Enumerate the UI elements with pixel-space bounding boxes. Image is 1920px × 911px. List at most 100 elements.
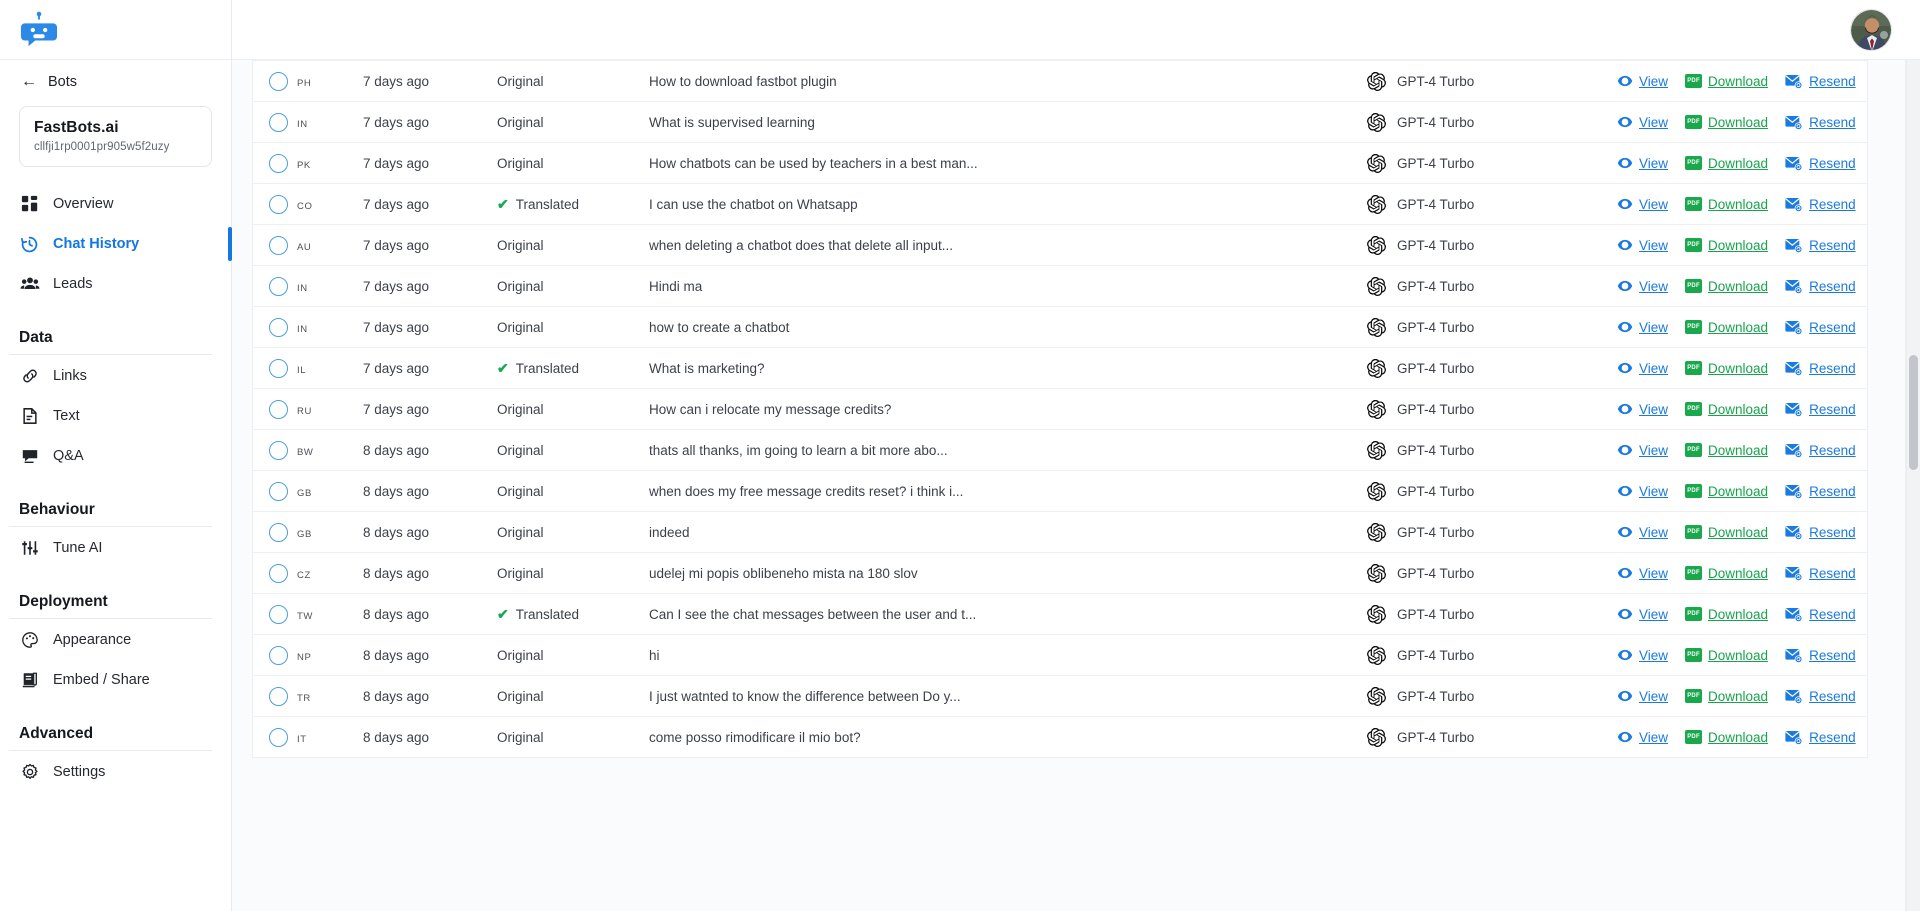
view-action[interactable]: View [1617, 278, 1668, 294]
row-checkbox[interactable] [269, 399, 288, 419]
resend-action[interactable]: Resend [1785, 443, 1856, 458]
resend-action[interactable]: Resend [1785, 279, 1856, 294]
row-checkbox[interactable] [269, 235, 288, 255]
row-checkbox[interactable] [269, 686, 288, 706]
row-checkbox[interactable] [269, 481, 288, 501]
view-link[interactable]: View [1639, 156, 1668, 171]
resend-link[interactable]: Resend [1809, 115, 1856, 130]
download-action[interactable]: PDF Download [1685, 484, 1768, 499]
row-checkbox[interactable] [269, 563, 288, 583]
resend-action[interactable]: Resend [1785, 115, 1856, 130]
table-row[interactable]: NP 8 days ago Original hi GPT-4 Turbo View PDF… [253, 635, 1867, 676]
table-row[interactable]: PK 7 days ago Original How chatbots can be … [253, 143, 1867, 184]
row-checkbox[interactable] [269, 194, 288, 214]
bot-card[interactable]: FastBots.ai cllfji1rp0001pr905w5f2uzy [19, 106, 212, 167]
download-link[interactable]: Download [1708, 607, 1768, 622]
view-link[interactable]: View [1639, 279, 1668, 294]
resend-action[interactable]: Resend [1785, 156, 1856, 171]
view-action[interactable]: View [1617, 606, 1668, 622]
download-action[interactable]: PDF Download [1685, 443, 1768, 458]
view-link[interactable]: View [1639, 361, 1668, 376]
resend-link[interactable]: Resend [1809, 361, 1856, 376]
view-action[interactable]: View [1617, 524, 1668, 540]
view-action[interactable]: View [1617, 237, 1668, 253]
table-row[interactable]: TW 8 days ago ✔ Translated Can I see the cha… [253, 594, 1867, 635]
resend-link[interactable]: Resend [1809, 238, 1856, 253]
row-checkbox[interactable] [269, 522, 288, 542]
table-row[interactable]: GB 8 days ago Original when does my free me… [253, 471, 1867, 512]
table-row[interactable]: CZ 8 days ago Original udelej mi popis obli… [253, 553, 1867, 594]
download-action[interactable]: PDF Download [1685, 197, 1768, 212]
view-action[interactable]: View [1617, 155, 1668, 171]
back-to-bots-link[interactable]: ← Bots [0, 60, 231, 100]
resend-action[interactable]: Resend [1785, 648, 1856, 663]
download-action[interactable]: PDF Download [1685, 689, 1768, 704]
download-link[interactable]: Download [1708, 361, 1768, 376]
resend-link[interactable]: Resend [1809, 484, 1856, 499]
resend-action[interactable]: Resend [1785, 402, 1856, 417]
row-checkbox[interactable] [269, 153, 288, 173]
view-link[interactable]: View [1639, 320, 1668, 335]
row-checkbox[interactable] [269, 727, 288, 747]
table-row[interactable]: IN 7 days ago Original Hindi ma GPT-4 Turbo V… [253, 266, 1867, 307]
resend-link[interactable]: Resend [1809, 402, 1856, 417]
download-action[interactable]: PDF Download [1685, 279, 1768, 294]
resend-link[interactable]: Resend [1809, 279, 1856, 294]
view-link[interactable]: View [1639, 566, 1668, 581]
sidebar-item-text[interactable]: Text [0, 397, 231, 435]
download-link[interactable]: Download [1708, 279, 1768, 294]
view-link[interactable]: View [1639, 115, 1668, 130]
view-action[interactable]: View [1617, 729, 1668, 745]
table-row[interactable]: BW 8 days ago Original thats all thanks, im… [253, 430, 1867, 471]
view-action[interactable]: View [1617, 688, 1668, 704]
view-link[interactable]: View [1639, 689, 1668, 704]
table-row[interactable]: RU 7 days ago Original How can i relocate m… [253, 389, 1867, 430]
download-action[interactable]: PDF Download [1685, 525, 1768, 540]
view-link[interactable]: View [1639, 402, 1668, 417]
sidebar-item-embed-share[interactable]: Embed / Share [0, 661, 231, 699]
view-action[interactable]: View [1617, 442, 1668, 458]
resend-link[interactable]: Resend [1809, 74, 1856, 89]
table-row[interactable]: TR 8 days ago Original I just watnted to kn… [253, 676, 1867, 717]
table-row[interactable]: CO 7 days ago ✔ Translated I can use the cha… [253, 184, 1867, 225]
view-action[interactable]: View [1617, 483, 1668, 499]
table-row[interactable]: IT 8 days ago Original come posso rimodific… [253, 717, 1867, 758]
view-action[interactable]: View [1617, 319, 1668, 335]
download-link[interactable]: Download [1708, 74, 1768, 89]
view-link[interactable]: View [1639, 730, 1668, 745]
resend-action[interactable]: Resend [1785, 689, 1856, 704]
row-checkbox[interactable] [269, 276, 288, 296]
download-link[interactable]: Download [1708, 484, 1768, 499]
view-link[interactable]: View [1639, 525, 1668, 540]
download-action[interactable]: PDF Download [1685, 402, 1768, 417]
download-link[interactable]: Download [1708, 648, 1768, 663]
table-row[interactable]: IL 7 days ago ✔ Translated What is marketing… [253, 348, 1867, 389]
download-link[interactable]: Download [1708, 402, 1768, 417]
sidebar-item-links[interactable]: Links [0, 357, 231, 395]
resend-link[interactable]: Resend [1809, 320, 1856, 335]
download-action[interactable]: PDF Download [1685, 115, 1768, 130]
sidebar-item-qa[interactable]: Q&A [0, 437, 231, 475]
download-link[interactable]: Download [1708, 320, 1768, 335]
download-action[interactable]: PDF Download [1685, 607, 1768, 622]
download-link[interactable]: Download [1708, 730, 1768, 745]
download-link[interactable]: Download [1708, 443, 1768, 458]
sidebar-item-overview[interactable]: Overview [0, 185, 231, 223]
view-link[interactable]: View [1639, 484, 1668, 499]
view-action[interactable]: View [1617, 647, 1668, 663]
sidebar-item-settings[interactable]: Settings [0, 753, 231, 791]
vertical-scrollbar-track[interactable] [1906, 60, 1920, 911]
resend-link[interactable]: Resend [1809, 607, 1856, 622]
view-link[interactable]: View [1639, 238, 1668, 253]
table-row[interactable]: PH 7 days ago Original How to download fast… [253, 60, 1867, 102]
vertical-scrollbar-thumb[interactable] [1909, 355, 1918, 470]
resend-link[interactable]: Resend [1809, 197, 1856, 212]
row-checkbox[interactable] [269, 358, 288, 378]
resend-link[interactable]: Resend [1809, 566, 1856, 581]
row-checkbox[interactable] [269, 71, 288, 91]
view-action[interactable]: View [1617, 565, 1668, 581]
view-link[interactable]: View [1639, 443, 1668, 458]
download-action[interactable]: PDF Download [1685, 648, 1768, 663]
fastbots-robot-logo-icon[interactable] [20, 11, 58, 49]
row-checkbox[interactable] [269, 604, 288, 624]
